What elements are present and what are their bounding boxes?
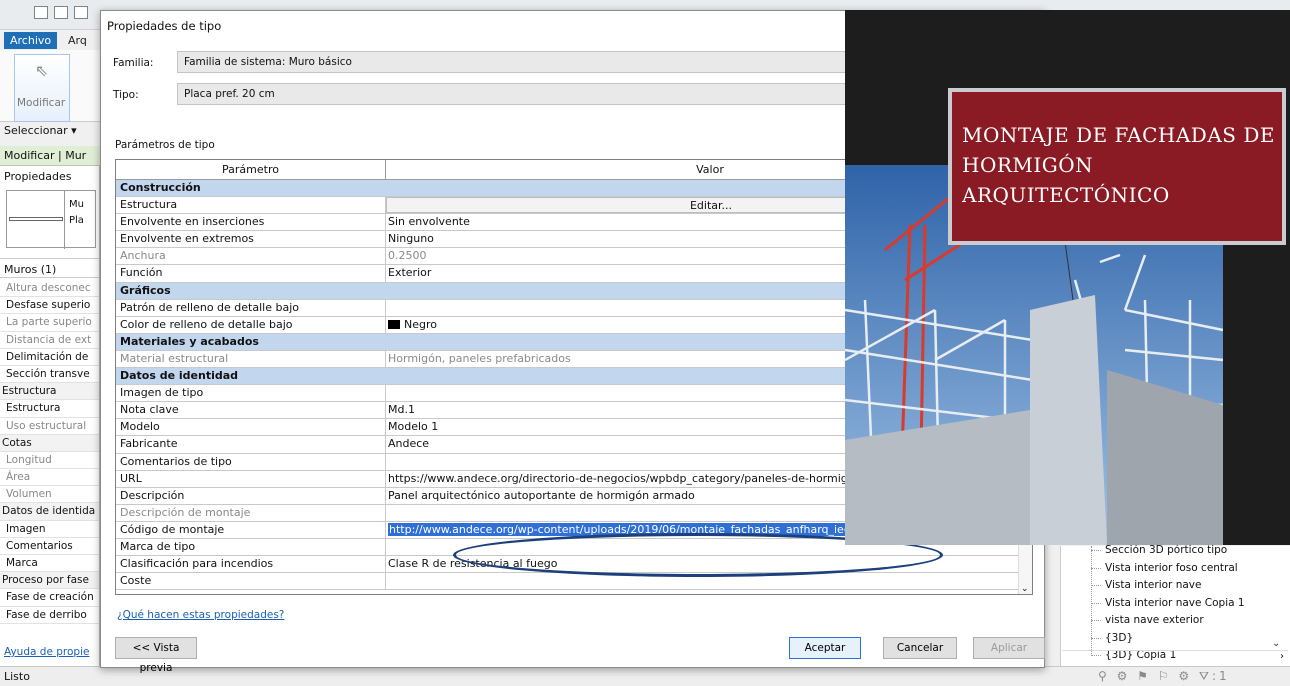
save-icon[interactable]	[74, 6, 88, 19]
parameter-name: Nota clave	[116, 402, 386, 419]
parameter-name: Estructura	[116, 197, 386, 214]
tree-line	[1091, 546, 1092, 656]
preview-button[interactable]: << Vista previa	[115, 637, 197, 674]
properties-help-link-dialog[interactable]: ¿Qué hacen estas propiedades?	[117, 609, 284, 621]
status-text: Listo	[4, 670, 30, 683]
ok-button[interactable]: Aceptar	[789, 637, 861, 659]
instance-property-row[interactable]: Distancia de ext	[0, 332, 99, 349]
properties-help-link[interactable]: Ayuda de propie	[4, 646, 89, 658]
parameter-name: Fabricante	[116, 436, 386, 453]
parameter-name: Material estructural	[116, 350, 386, 368]
parameter-name: Anchura	[116, 248, 386, 265]
type-selector[interactable]: Mu Pla	[6, 190, 96, 249]
document-title-box: MONTAJE DE FACHADAS DE HORMIGÓN ARQUITEC…	[948, 88, 1286, 245]
color-swatch	[388, 319, 400, 329]
new-file-icon[interactable]	[34, 6, 48, 19]
property-category[interactable]: Estructura	[0, 383, 99, 401]
browser-view-item[interactable]: Vista interior nave Copia 1	[1091, 597, 1245, 609]
parameter-name: Marca de tipo	[116, 538, 386, 556]
browser-hscrollbar[interactable]: ›	[1062, 650, 1288, 664]
properties-palette: Propiedades Mu Pla Muros (1) Altura desc…	[0, 166, 100, 666]
instance-property-row[interactable]: Estructura	[0, 400, 99, 418]
instance-property-row[interactable]: Volumen	[0, 486, 99, 504]
parameter-name: Envolvente en inserciones	[116, 214, 386, 231]
parameter-name: Código de montaje	[116, 521, 386, 538]
status-bar: Listo ⚲ ⚙ ⚑ ⚐ ⚙ ⛛:1	[0, 666, 1290, 686]
browser-view-item[interactable]: vista nave exterior	[1091, 614, 1204, 626]
parameter-name: Imagen de tipo	[116, 385, 386, 402]
property-category[interactable]: Datos de identida	[0, 503, 99, 521]
selection-filter-icons[interactable]: ⚲ ⚙ ⚑ ⚐ ⚙ ⛛:1	[1098, 669, 1230, 684]
properties-title: Propiedades	[4, 170, 72, 183]
tab-modify-wall[interactable]: Modificar | Mur	[0, 146, 100, 166]
parameter-name: Patrón de relleno de detalle bajo	[116, 299, 386, 316]
parameter-name: Descripción	[116, 487, 386, 504]
browser-view-item[interactable]: {3D}	[1090, 632, 1133, 644]
property-category[interactable]: Proceso por fase	[0, 572, 99, 590]
instance-property-row[interactable]: Área	[0, 469, 99, 487]
instance-property-row[interactable]: Imagen	[0, 521, 99, 538]
instance-filter[interactable]: Muros (1)	[0, 258, 99, 278]
photo-dark-border	[1223, 260, 1290, 545]
instance-property-row[interactable]: Uso estructural	[0, 418, 99, 435]
parameter-name: Clasificación para incendios	[116, 556, 386, 573]
construction-photo: MONTAJE DE FACHADAS DE HORMIGÓN ARQUITEC…	[845, 10, 1290, 545]
instance-property-row[interactable]: Desfase superio	[0, 297, 99, 315]
instance-property-row[interactable]: Longitud	[0, 452, 99, 470]
dialog-title: Propiedades de tipo	[107, 19, 222, 33]
type-thumbnail	[7, 191, 65, 249]
instance-property-row[interactable]: Altura desconec	[0, 280, 99, 298]
instance-property-row[interactable]: Marca	[0, 555, 99, 573]
color-name: Negro	[404, 317, 437, 331]
browser-view-item[interactable]: Sección 3D pórtico tipo	[1090, 544, 1227, 556]
browser-view-item[interactable]: Vista interior nave	[1090, 579, 1201, 591]
parameter-name: URL	[116, 470, 386, 487]
tab-arquitectura[interactable]: Arq	[62, 32, 93, 49]
browser-view-item[interactable]: Vista interior foso central	[1091, 562, 1238, 574]
open-folder-icon[interactable]	[54, 6, 68, 19]
modify-button[interactable]: ⇖ Modificar	[14, 54, 70, 122]
column-header-parameter[interactable]: Parámetro	[116, 160, 386, 180]
ribbon-panel: ⇖ Modificar	[0, 50, 100, 122]
type-family-label: Mu	[69, 199, 84, 210]
family-label: Familia:	[113, 57, 154, 69]
type-label: Tipo:	[113, 89, 139, 101]
instance-property-row[interactable]: Fase de derribo	[0, 607, 99, 624]
type-name-label: Pla	[69, 215, 84, 226]
instance-property-row[interactable]: Sección transve	[0, 366, 99, 384]
instance-property-row[interactable]: Comentarios	[0, 538, 99, 555]
select-dropdown[interactable]: Seleccionar ▾	[4, 124, 77, 137]
document-title: MONTAJE DE FACHADAS DE HORMIGÓN ARQUITEC…	[962, 123, 1275, 207]
parameter-name: Descripción de montaje	[116, 504, 386, 521]
instance-property-row[interactable]: La parte superio	[0, 314, 99, 332]
parameter-name: Coste	[116, 573, 386, 590]
apply-button[interactable]: Aplicar	[973, 637, 1045, 659]
cancel-button[interactable]: Cancelar	[883, 637, 957, 659]
parameter-name: Comentarios de tipo	[116, 453, 386, 470]
parameter-row[interactable]: Coste	[116, 573, 1032, 591]
ribbon-tabs: Archivo Arq	[0, 30, 100, 50]
tab-archivo[interactable]: Archivo	[4, 32, 58, 49]
parameter-name: Función	[116, 265, 386, 282]
type-parameters-label: Parámetros de tipo	[115, 139, 215, 151]
parameter-name: Color de relleno de detalle bajo	[116, 316, 386, 333]
property-category[interactable]: Cotas	[0, 434, 99, 452]
cursor-arrow-icon: ⇖	[35, 61, 49, 80]
parameter-name: Modelo	[116, 419, 386, 436]
parameter-name: Envolvente en extremos	[116, 231, 386, 248]
instance-properties-list: Altura desconec Desfase superio La parte s…	[0, 280, 99, 624]
instance-property-row[interactable]: Delimitación de	[0, 349, 99, 366]
project-browser: Sección 3D pórtico tipo Vista interior fo…	[1060, 544, 1290, 666]
browser-scrollbar[interactable]: ⌄	[1272, 600, 1286, 650]
modify-label: Modificar	[17, 97, 66, 109]
instance-property-row[interactable]: Fase de creación	[0, 589, 99, 607]
